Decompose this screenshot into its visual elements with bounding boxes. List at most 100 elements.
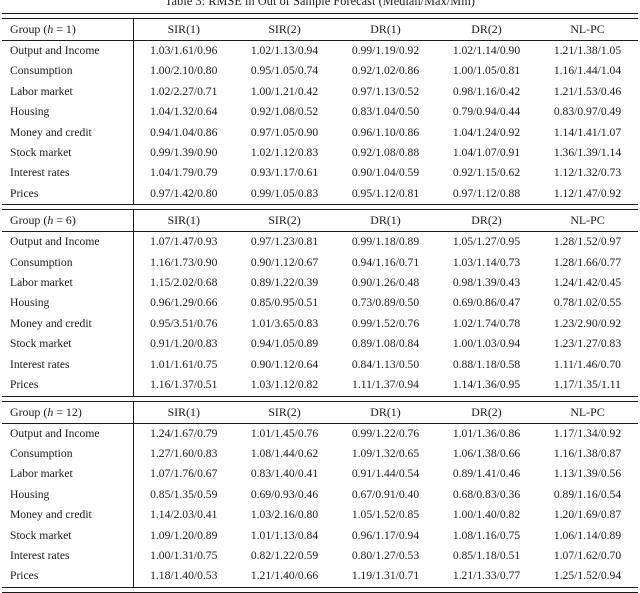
- table-cell: 1.00/1.05/0.81: [452, 64, 521, 78]
- table-cell: 1.07/1.76/0.67: [150, 467, 218, 481]
- table-cell: 1.03/2.16/0.80: [250, 508, 319, 522]
- table-cell: 1.21/1.53/0.46: [553, 84, 622, 98]
- table-cell: 0.88/1.18/0.58: [452, 357, 521, 371]
- column-header-dr2: DR(2): [471, 22, 502, 36]
- table-cell: 1.03/1.14/0.73: [452, 255, 521, 269]
- table-cell: 1.02/1.14/0.90: [452, 44, 521, 57]
- table-row: Labor market 1.02/2.27/0.71 1.00/1.21/0.42…: [2, 81, 638, 103]
- column-header-nl-pc: NL-PC: [570, 213, 605, 228]
- column-header-sir1: SIR(1): [167, 404, 200, 419]
- table-cell: 0.97/1.23/0.81: [250, 235, 319, 249]
- table-row: Stock market 1.09/1.20/0.89 1.01/1.13/0.84…: [2, 525, 638, 546]
- column-header-sir1: SIR(1): [167, 22, 200, 36]
- table-cell: 0.95/3.51/0.76: [150, 316, 218, 330]
- table-cell: 0.99/1.52/0.76: [351, 316, 420, 330]
- table-cell: 1.12/1.32/0.73: [553, 166, 622, 180]
- column-header-dr1: DR(1): [370, 213, 401, 228]
- table-cell: 1.28/1.52/0.97: [553, 235, 622, 249]
- group-header-label: Group (h = 12): [2, 401, 134, 423]
- group-header-label: Group (h = 6): [2, 209, 134, 232]
- row-label: Consumption: [2, 61, 134, 82]
- table-cell: 1.09/1.20/0.89: [150, 528, 218, 542]
- row-label: Prices: [2, 566, 134, 588]
- horizon-variable: h: [47, 213, 54, 228]
- table-cell: 0.90/1.12/0.64: [250, 357, 319, 371]
- table-row: Money and credit 0.94/1.04/0.86 0.97/1.05/…: [2, 122, 638, 144]
- table-cell: 1.01/1.45/0.76: [250, 426, 319, 440]
- table-cell: 1.11/1.37/0.94: [352, 378, 419, 392]
- table-row: Stock market 0.99/1.39/0.90 1.02/1.12/0.83…: [2, 143, 638, 164]
- table-cell: 0.98/1.39/0.43: [452, 276, 521, 290]
- row-label: Money and credit: [2, 122, 134, 144]
- table-cell: 0.90/1.26/0.48: [351, 276, 420, 290]
- table-cell: 1.08/1.16/0.75: [452, 528, 521, 542]
- table-cell: 0.95/1.05/0.74: [250, 64, 319, 78]
- table-cell: 0.91/1.44/0.54: [351, 467, 420, 481]
- table-row: Labor market 1.07/1.76/0.67 0.83/1.40/0.41…: [2, 464, 638, 485]
- table-cell: 1.02/1.13/0.94: [250, 44, 319, 57]
- table-row: Interest rates 1.00/1.31/0.75 0.82/1.22/0.…: [2, 545, 638, 567]
- table-row: Prices 1.18/1.40/0.53 1.21/1.40/0.66 1.19/1…: [2, 566, 638, 588]
- row-label: Housing: [2, 293, 134, 314]
- table-cell: 1.24/1.42/0.45: [553, 276, 622, 290]
- column-header-sir2: SIR(2): [268, 213, 301, 228]
- table-row: Consumption 1.16/1.73/0.90 0.90/1.12/0.67 0…: [2, 252, 638, 274]
- table-row: Money and credit 1.14/2.03/0.41 1.03/2.16/…: [2, 505, 638, 526]
- horizon-variable: h: [47, 404, 54, 419]
- table-cell: 1.00/1.40/0.82: [452, 508, 521, 522]
- table-cell: 0.89/1.41/0.46: [452, 467, 521, 481]
- table-cell: 1.17/1.34/0.92: [553, 426, 622, 440]
- table-cell: 0.69/0.93/0.46: [250, 487, 319, 501]
- table-cell: 0.99/1.22/0.76: [351, 426, 420, 440]
- rule-cell: [2, 586, 638, 593]
- table-cell: 0.97/1.13/0.52: [351, 84, 420, 98]
- row-label: Labor market: [2, 273, 134, 294]
- table-cell: 0.68/0.83/0.36: [452, 487, 521, 501]
- table-cell: 0.97/1.12/0.88: [452, 186, 521, 200]
- rmse-table: Group (h = 1) SIR(1) SIR(2) DR(1) DR(2) NL-PC…: [2, 13, 638, 593]
- table-cell: 1.00/1.31/0.75: [150, 548, 218, 562]
- table-cell: 0.97/1.05/0.90: [250, 125, 319, 139]
- row-label: Prices: [2, 375, 134, 396]
- table-cell: 1.17/1.35/1.11: [554, 378, 621, 392]
- table-cell: 1.15/2.02/0.68: [150, 276, 218, 290]
- row-label: Housing: [2, 102, 134, 123]
- table-row: Prices 0.97/1.42/0.80 0.99/1.05/0.83 0.95/1…: [2, 183, 638, 205]
- table-cell: 1.04/1.24/0.92: [452, 125, 521, 139]
- table-cell: 1.01/1.13/0.84: [250, 528, 319, 542]
- table-cell: 1.01/1.61/0.75: [150, 357, 218, 371]
- table-cell: 1.03/1.12/0.82: [250, 378, 319, 392]
- row-label: Output and Income: [2, 41, 134, 62]
- table-cell: 1.04/1.32/0.64: [150, 105, 218, 119]
- table-row: Consumption 1.27/1.60/0.83 1.08/1.44/0.62 1…: [2, 443, 638, 465]
- table-cell: 0.67/0.91/0.40: [351, 487, 420, 501]
- table-cell: 0.93/1.17/0.61: [250, 166, 319, 180]
- row-label: Labor market: [2, 464, 134, 485]
- table-cell: 1.16/1.37/0.51: [150, 378, 218, 392]
- table-row: Housing 0.85/1.35/0.59 0.69/0.93/0.46 0.67/…: [2, 484, 638, 506]
- row-label: Output and Income: [2, 232, 134, 253]
- group-header-row: Group (h = 6) SIR(1) SIR(2) DR(1) DR(2) NL-PC: [2, 209, 638, 232]
- table-cell: 1.11/1.46/0.70: [554, 357, 621, 371]
- table-cell: 0.89/1.08/0.84: [351, 337, 420, 351]
- row-label: Interest rates: [2, 545, 134, 567]
- row-label: Interest rates: [2, 354, 134, 376]
- table-cell: 0.99/1.39/0.90: [150, 146, 218, 160]
- table-cell: 1.12/1.47/0.92: [553, 186, 622, 200]
- table-cell: 1.01/1.36/0.86: [452, 426, 521, 440]
- table-row: Stock market 0.91/1.20/0.83 0.94/1.05/0.89…: [2, 334, 638, 355]
- table-cell: 0.96/1.17/0.94: [351, 528, 420, 542]
- table-cell: 1.05/1.52/0.85: [351, 508, 420, 522]
- table-cell: 0.82/1.22/0.59: [250, 548, 319, 562]
- column-header-nl-pc: NL-PC: [570, 404, 605, 419]
- table-cell: 1.27/1.60/0.83: [150, 446, 218, 460]
- table-row: Labor market 1.15/2.02/0.68 0.89/1.22/0.39…: [2, 273, 638, 294]
- table-cell: 0.97/1.42/0.80: [150, 186, 218, 200]
- table-cell: 1.00/1.21/0.42: [250, 84, 319, 98]
- table-row: Output and Income 1.24/1.67/0.79 1.01/1.45…: [2, 423, 638, 444]
- table-cell: 0.99/1.05/0.83: [250, 186, 319, 200]
- table-cell: 0.89/1.16/0.54: [553, 487, 622, 501]
- row-label: Consumption: [2, 443, 134, 465]
- table-cell: 0.92/1.08/0.52: [250, 105, 319, 119]
- table-cell: 1.19/1.31/0.71: [351, 569, 420, 583]
